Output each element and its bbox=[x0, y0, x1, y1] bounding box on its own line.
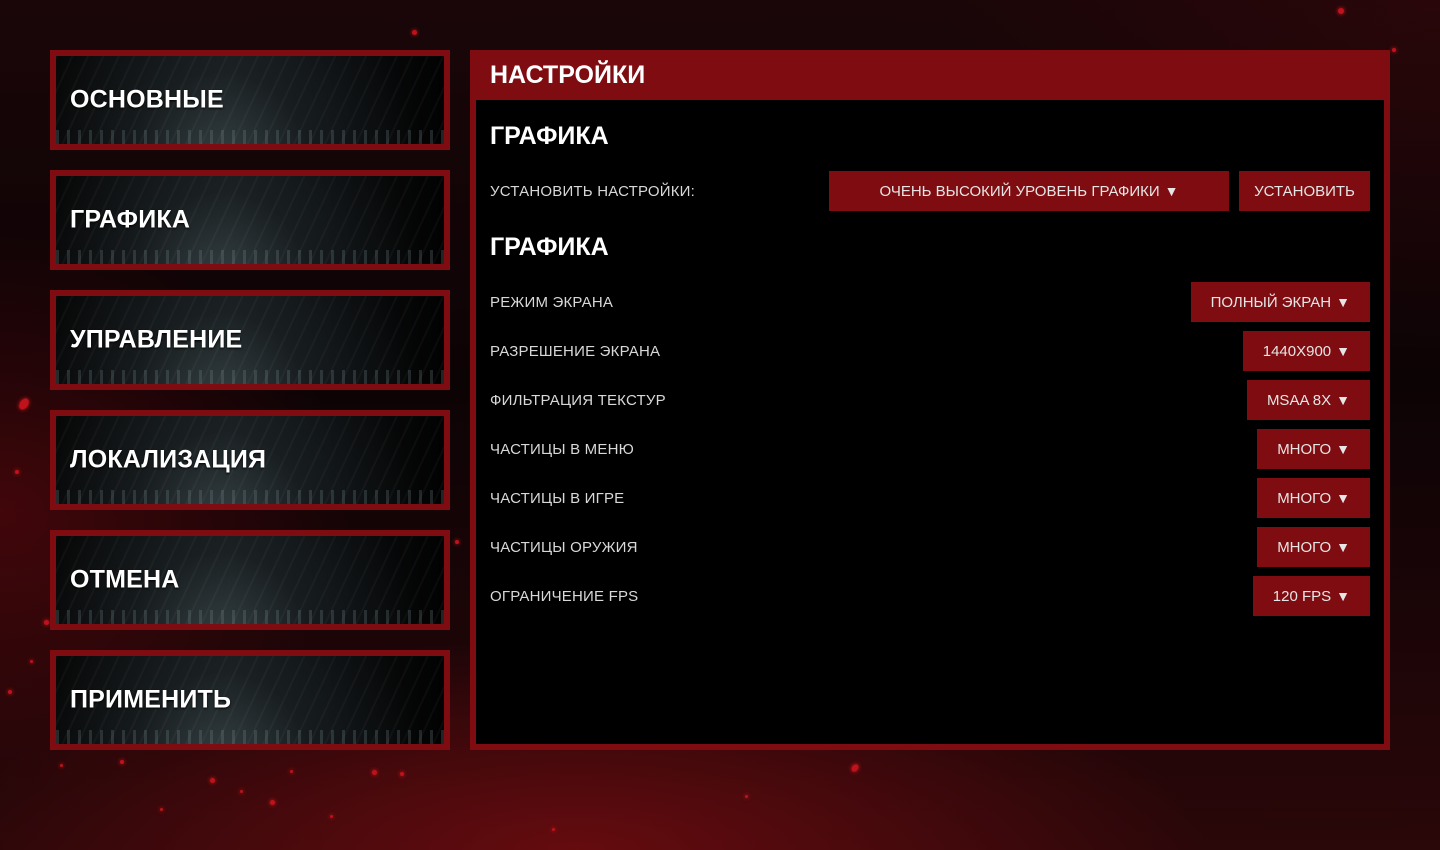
game-particles-dropdown[interactable]: МНОГО ▼ bbox=[1257, 478, 1370, 518]
dropdown-value: MSAA 8X bbox=[1266, 391, 1332, 409]
chevron-down-icon: ▼ bbox=[1336, 441, 1350, 457]
preset-dropdown-value: ОЧЕНЬ ВЫСОКИЙ УРОВЕНЬ ГРАФИКИ bbox=[879, 182, 1160, 200]
chevron-down-icon: ▼ bbox=[1336, 588, 1350, 604]
cancel-button[interactable]: ОТМЕНА bbox=[50, 530, 450, 630]
preset-dropdown[interactable]: ОЧЕНЬ ВЫСОКИЙ УРОВЕНЬ ГРАФИКИ ▼ bbox=[829, 171, 1229, 211]
chevron-down-icon: ▼ bbox=[1336, 343, 1350, 359]
setting-label-texture-filtering: ФИЛЬТРАЦИЯ ТЕКСТУР bbox=[490, 392, 666, 409]
cancel-button-label: ОТМЕНА bbox=[70, 565, 180, 594]
menu-particles-dropdown[interactable]: МНОГО ▼ bbox=[1257, 429, 1370, 469]
setting-label-resolution: РАЗРЕШЕНИЕ ЭКРАНА bbox=[490, 343, 661, 360]
menu-item-localization[interactable]: ЛОКАЛИЗАЦИЯ bbox=[50, 410, 450, 510]
menu-item-label: ОСНОВНЫЕ bbox=[70, 85, 224, 114]
fps-limit-dropdown[interactable]: 120 FPS ▼ bbox=[1252, 576, 1370, 616]
setting-label-game-particles: ЧАСТИЦЫ В ИГРЕ bbox=[490, 490, 625, 507]
apply-button-label: ПРИМЕНИТЬ bbox=[70, 685, 232, 714]
chevron-down-icon: ▼ bbox=[1164, 183, 1179, 199]
set-preset-button[interactable]: УСТАНОВИТЬ bbox=[1239, 171, 1370, 211]
menu-item-graphics[interactable]: ГРАФИКА bbox=[50, 170, 450, 270]
menu-item-label: УПРАВЛЕНИЕ bbox=[70, 325, 243, 354]
preset-label: УСТАНОВИТЬ НАСТРОЙКИ: bbox=[490, 183, 696, 200]
resolution-dropdown[interactable]: 1440X900 ▼ bbox=[1242, 331, 1370, 371]
dropdown-value: МНОГО bbox=[1277, 489, 1332, 507]
dropdown-value: МНОГО bbox=[1277, 440, 1332, 458]
menu-item-general[interactable]: ОСНОВНЫЕ bbox=[50, 50, 450, 150]
setting-label-menu-particles: ЧАСТИЦЫ В МЕНЮ bbox=[490, 441, 634, 458]
menu-item-controls[interactable]: УПРАВЛЕНИЕ bbox=[50, 290, 450, 390]
set-preset-button-label: УСТАНОВИТЬ bbox=[1254, 182, 1355, 200]
screen-mode-dropdown[interactable]: ПОЛНЫЙ ЭКРАН ▼ bbox=[1190, 282, 1370, 322]
chevron-down-icon: ▼ bbox=[1336, 490, 1350, 506]
section-title-graphics: ГРАФИКА bbox=[490, 233, 609, 261]
section-title-preset: ГРАФИКА bbox=[490, 122, 609, 150]
menu-item-label: ГРАФИКА bbox=[70, 205, 191, 234]
menu-item-label: ЛОКАЛИЗАЦИЯ bbox=[70, 445, 267, 474]
weapon-particles-dropdown[interactable]: МНОГО ▼ bbox=[1257, 527, 1370, 567]
setting-label-weapon-particles: ЧАСТИЦЫ ОРУЖИЯ bbox=[490, 539, 638, 556]
chevron-down-icon: ▼ bbox=[1336, 392, 1350, 408]
chevron-down-icon: ▼ bbox=[1336, 294, 1350, 310]
panel-title: НАСТРОЙКИ bbox=[490, 61, 646, 89]
dropdown-value: 120 FPS bbox=[1272, 587, 1332, 605]
chevron-down-icon: ▼ bbox=[1336, 539, 1350, 555]
dropdown-value: ПОЛНЫЙ ЭКРАН bbox=[1210, 293, 1332, 311]
apply-button[interactable]: ПРИМЕНИТЬ bbox=[50, 650, 450, 750]
dropdown-value: 1440X900 bbox=[1262, 342, 1332, 360]
texture-filtering-dropdown[interactable]: MSAA 8X ▼ bbox=[1246, 380, 1370, 420]
setting-label-fps-limit: ОГРАНИЧЕНИЕ FPS bbox=[490, 588, 639, 605]
dropdown-value: МНОГО bbox=[1277, 538, 1332, 556]
settings-panel-header: НАСТРОЙКИ bbox=[470, 50, 1390, 100]
setting-label-screen-mode: РЕЖИМ ЭКРАНА bbox=[490, 294, 614, 311]
